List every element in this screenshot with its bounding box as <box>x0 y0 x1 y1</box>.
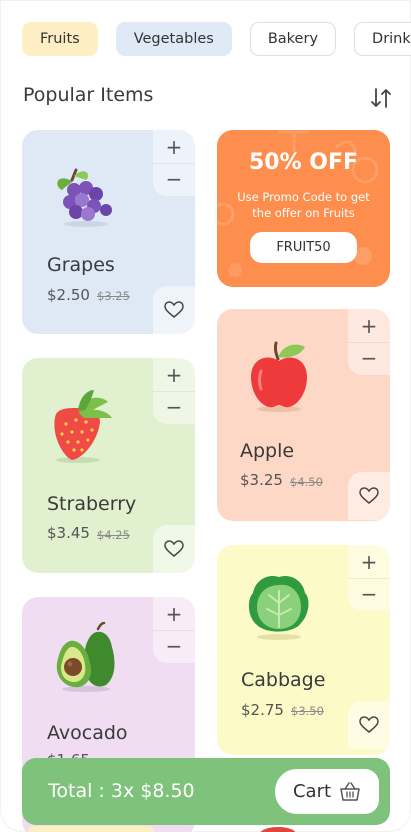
cart-bar: Total : 3x $8.50 Cart <box>22 758 390 825</box>
product-price: $2.75 <box>241 701 284 719</box>
quantity-stepper: + − <box>348 545 390 611</box>
sort-icon[interactable] <box>370 86 392 110</box>
strawberry-image <box>54 390 112 463</box>
favorite-button[interactable] <box>348 472 390 520</box>
cart-button[interactable]: Cart <box>275 769 379 814</box>
product-price: $3.45 <box>47 524 90 542</box>
category-chip-fruits[interactable]: Fruits <box>22 22 98 56</box>
cart-total: Total : 3x $8.50 <box>48 780 195 802</box>
heart-icon <box>164 301 184 318</box>
product-price: $2.50 <box>47 286 90 304</box>
minus-icon[interactable]: − <box>348 342 390 374</box>
grapes-image <box>57 168 112 227</box>
category-chip-bakery[interactable]: Bakery <box>249 22 337 56</box>
minus-icon[interactable]: − <box>153 630 195 662</box>
quantity-stepper: + − <box>153 597 195 663</box>
product-old-price: $3.25 <box>97 289 130 303</box>
product-name: Apple <box>240 440 295 462</box>
product-old-price: $3.50 <box>291 704 324 718</box>
minus-icon[interactable]: − <box>153 163 195 195</box>
plus-icon[interactable]: + <box>348 310 390 342</box>
apple-image <box>251 341 307 412</box>
product-card-grapes[interactable]: + − Grapes $2.50 $3.25 <box>22 130 195 334</box>
minus-icon[interactable]: − <box>153 391 195 423</box>
basket-icon <box>340 781 360 801</box>
quantity-stepper: + − <box>153 358 195 424</box>
promo-code-button[interactable]: FRUIT50 <box>250 232 357 263</box>
heart-icon <box>359 487 379 504</box>
favorite-button[interactable] <box>348 701 390 749</box>
avocado-image <box>56 621 115 692</box>
product-name: Straberry <box>47 493 137 515</box>
product-card-strawberry[interactable]: + − Straberry $3.45 $4.25 <box>22 358 195 573</box>
category-chip-drinks[interactable]: Drinks <box>354 22 411 56</box>
quantity-stepper: + − <box>153 130 195 196</box>
quantity-stepper: + − <box>348 309 390 375</box>
heart-icon <box>164 540 184 557</box>
product-name: Avocado <box>47 722 128 744</box>
heart-icon <box>359 716 379 733</box>
plus-icon[interactable]: + <box>348 546 390 578</box>
next-card-peek <box>27 826 155 832</box>
app-screen: Fruits Vegetables Bakery Drinks Popular … <box>0 0 411 832</box>
cabbage-image <box>248 575 309 640</box>
product-card-apple[interactable]: + − Apple $3.25 $4.50 <box>217 309 390 521</box>
category-tabs: Fruits Vegetables Bakery Drinks <box>22 22 411 56</box>
product-card-cabbage[interactable]: + − Cabbage $2.75 $3.50 <box>217 545 390 755</box>
plus-icon[interactable]: + <box>153 131 195 163</box>
product-old-price: $4.25 <box>97 528 130 542</box>
promo-subtitle: Use Promo Code to get the offer on Fruit… <box>237 190 370 220</box>
section-title: Popular Items <box>23 84 154 106</box>
promo-headline: 50% OFF <box>248 150 359 175</box>
product-name: Cabbage <box>241 669 326 691</box>
product-old-price: $4.50 <box>290 475 323 489</box>
minus-icon[interactable]: − <box>348 578 390 610</box>
plus-icon[interactable]: + <box>153 598 195 630</box>
cart-button-label: Cart <box>292 781 332 802</box>
product-price: $3.25 <box>240 471 283 489</box>
favorite-button[interactable] <box>153 286 195 334</box>
product-name: Grapes <box>47 254 115 276</box>
promo-banner[interactable]: 50% OFF Use Promo Code to get the offer … <box>217 130 390 287</box>
category-chip-vegetables[interactable]: Vegetables <box>115 22 232 56</box>
favorite-button[interactable] <box>153 525 195 573</box>
plus-icon[interactable]: + <box>153 359 195 391</box>
